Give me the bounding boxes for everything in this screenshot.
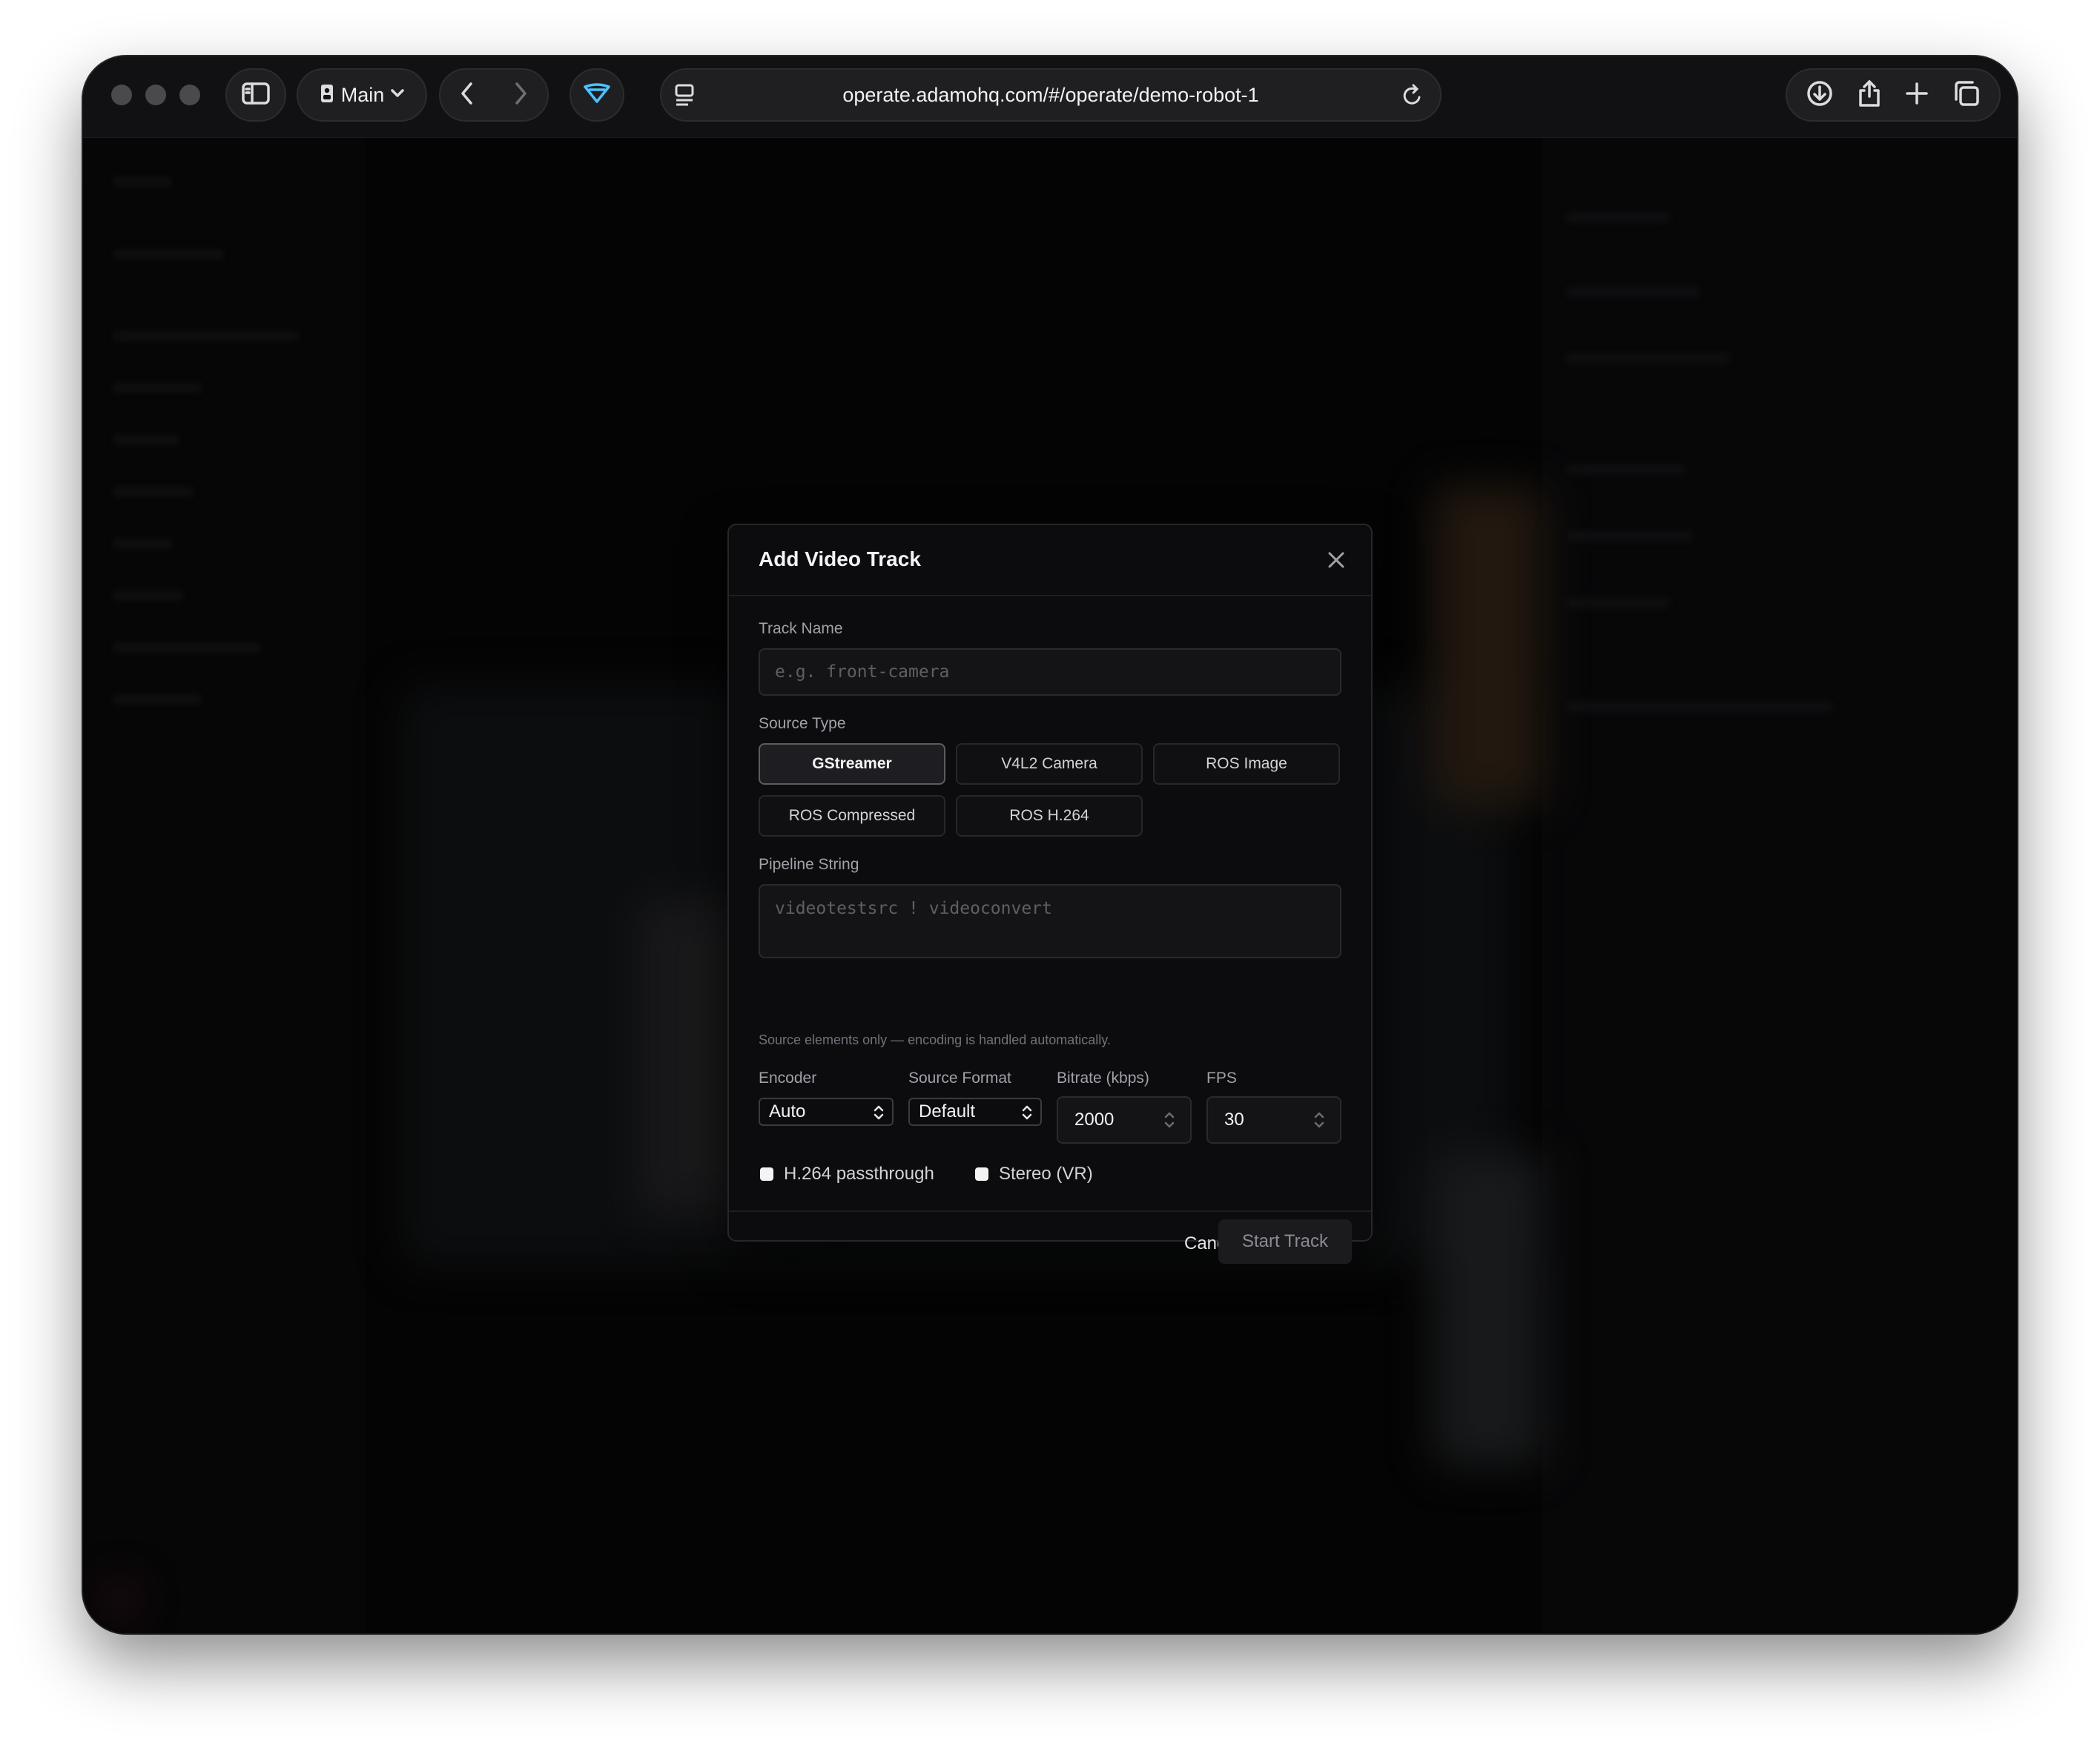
forward-button[interactable] [512, 81, 529, 110]
source-type-v4l2-camera[interactable]: V4L2 Camera [956, 743, 1143, 785]
source-type-ros-image[interactable]: ROS Image [1153, 743, 1340, 785]
sidebar-icon [241, 82, 271, 109]
browser-toolbar: Main operate.adamohq.com/#/operate/demo-… [83, 56, 2017, 138]
encoder-label: Encoder [759, 1070, 817, 1087]
chevron-right-icon [515, 82, 526, 105]
encoder-select[interactable]: Auto [759, 1098, 894, 1126]
fps-label: FPS [1206, 1070, 1237, 1087]
h264-passthrough-label: H.264 passthrough [784, 1164, 934, 1184]
window-zoom-control[interactable] [179, 85, 200, 105]
close-icon [1328, 552, 1344, 568]
window-close-control[interactable] [111, 85, 132, 105]
add-video-track-dialog: Add Video Track Track Name Source Type G… [727, 524, 1373, 1264]
checkbox-box[interactable] [975, 1167, 988, 1181]
track-name-input[interactable] [759, 648, 1341, 696]
dialog-title: Add Video Track [759, 547, 921, 570]
profile-icon [319, 82, 335, 108]
toolbar-actions [1786, 68, 2001, 122]
browser-window: Main operate.adamohq.com/#/operate/demo-… [83, 56, 2017, 1633]
track-name-label: Track Name [759, 620, 843, 637]
stereo-vr-label: Stereo (VR) [999, 1164, 1093, 1184]
stepper-arrows-icon[interactable] [1313, 1110, 1325, 1130]
source-format-value: Default [919, 1101, 976, 1121]
share-icon[interactable] [1857, 79, 1882, 112]
tab-overview-icon[interactable] [1952, 79, 1981, 111]
bitrate-value: 2000 [1074, 1110, 1115, 1130]
h264-passthrough-checkbox[interactable]: H.264 passthrough [760, 1163, 934, 1185]
close-button[interactable] [1324, 547, 1349, 573]
shield-extension-icon [582, 82, 612, 108]
chevron-down-icon [390, 88, 405, 102]
dialog-footer-divider [729, 1210, 1371, 1212]
window-minimize-control[interactable] [145, 85, 166, 105]
source-type-ros-h264[interactable]: ROS H.264 [956, 795, 1143, 837]
select-chevron-icon [873, 1104, 885, 1121]
source-type-label: Source Type [759, 715, 846, 732]
fps-input[interactable]: 30 [1206, 1096, 1341, 1144]
start-track-button[interactable]: Start Track [1218, 1219, 1352, 1264]
reload-icon[interactable] [1401, 84, 1424, 111]
pipeline-hint: Source elements only — encoding is handl… [759, 1032, 1111, 1047]
back-button[interactable] [458, 81, 476, 110]
profile-switcher[interactable]: Main [297, 68, 427, 122]
bitrate-input[interactable]: 2000 [1057, 1096, 1192, 1144]
download-icon[interactable] [1806, 79, 1834, 111]
stepper-arrows-icon[interactable] [1163, 1110, 1175, 1130]
dialog-header: Add Video Track [729, 525, 1371, 596]
source-type-ros-compressed[interactable]: ROS Compressed [759, 795, 945, 837]
checkbox-box[interactable] [760, 1167, 773, 1181]
select-chevron-icon [1021, 1104, 1033, 1121]
profile-label: Main [340, 83, 385, 106]
source-format-label: Source Format [908, 1070, 1011, 1087]
chevron-left-icon [461, 82, 472, 105]
navigation-buttons [439, 68, 549, 122]
pipeline-string-input[interactable] [759, 884, 1341, 958]
new-tab-icon[interactable] [1904, 81, 1929, 110]
bitrate-label: Bitrate (kbps) [1057, 1070, 1149, 1087]
page-menu-icon[interactable] [673, 83, 697, 112]
extension-button[interactable] [569, 68, 624, 122]
url-text: operate.adamohq.com/#/operate/demo-robot… [842, 84, 1259, 106]
source-type-gstreamer[interactable]: GStreamer [759, 743, 945, 785]
source-format-select[interactable]: Default [908, 1098, 1042, 1126]
address-bar[interactable]: operate.adamohq.com/#/operate/demo-robot… [660, 68, 1442, 122]
stereo-vr-checkbox[interactable]: Stereo (VR) [975, 1163, 1093, 1185]
encoder-value: Auto [769, 1101, 806, 1121]
fps-value: 30 [1224, 1110, 1244, 1130]
sidebar-toggle-button[interactable] [225, 68, 286, 122]
pipeline-string-label: Pipeline String [759, 856, 859, 873]
